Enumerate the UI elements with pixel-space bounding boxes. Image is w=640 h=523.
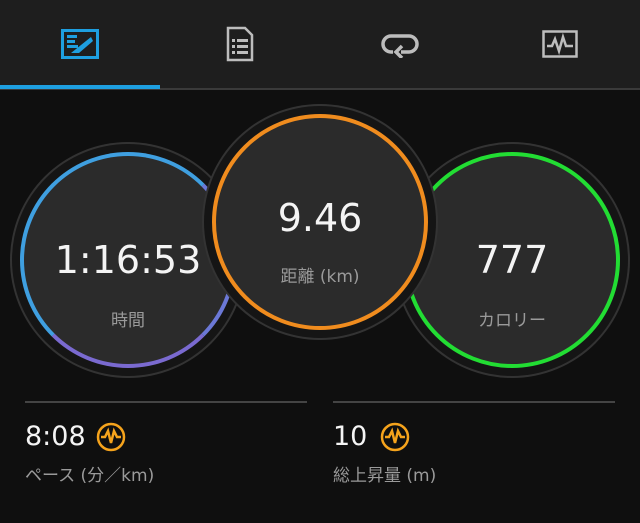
distance-circle: 9.46 距離 (km) [212,114,428,330]
time-circle: 1:16:53 時間 [20,152,236,368]
tab-overview[interactable] [0,0,160,88]
pace-label: ペース (分／km) [25,466,155,486]
tab-details[interactable] [160,0,320,88]
laps-loop-icon [381,34,419,58]
elevation-label: 総上昇量 (m) [333,466,437,486]
calories-value: 777 [475,238,549,282]
calories-label: カロリー [478,311,546,331]
active-tab-indicator [0,85,160,89]
pace-pulse-icon[interactable] [96,422,126,452]
distance-value: 9.46 [277,196,363,240]
divider-right [333,401,615,403]
chart-graph-icon [542,30,578,58]
elevation-value: 10 [333,421,368,452]
elevation-pulse-icon[interactable] [380,422,410,452]
tab-bar [0,0,640,90]
divider-left [25,401,307,403]
distance-label: 距離 (km) [280,267,360,287]
document-list-icon [226,26,254,62]
tab-laps[interactable] [320,0,480,88]
time-value: 1:16:53 [54,238,202,282]
calories-circle: 777 カロリー [404,152,620,368]
pace-value: 8:08 [25,421,86,452]
activity-overview-icon [61,29,99,59]
time-label: 時間 [111,311,145,331]
tab-charts[interactable] [480,0,640,88]
